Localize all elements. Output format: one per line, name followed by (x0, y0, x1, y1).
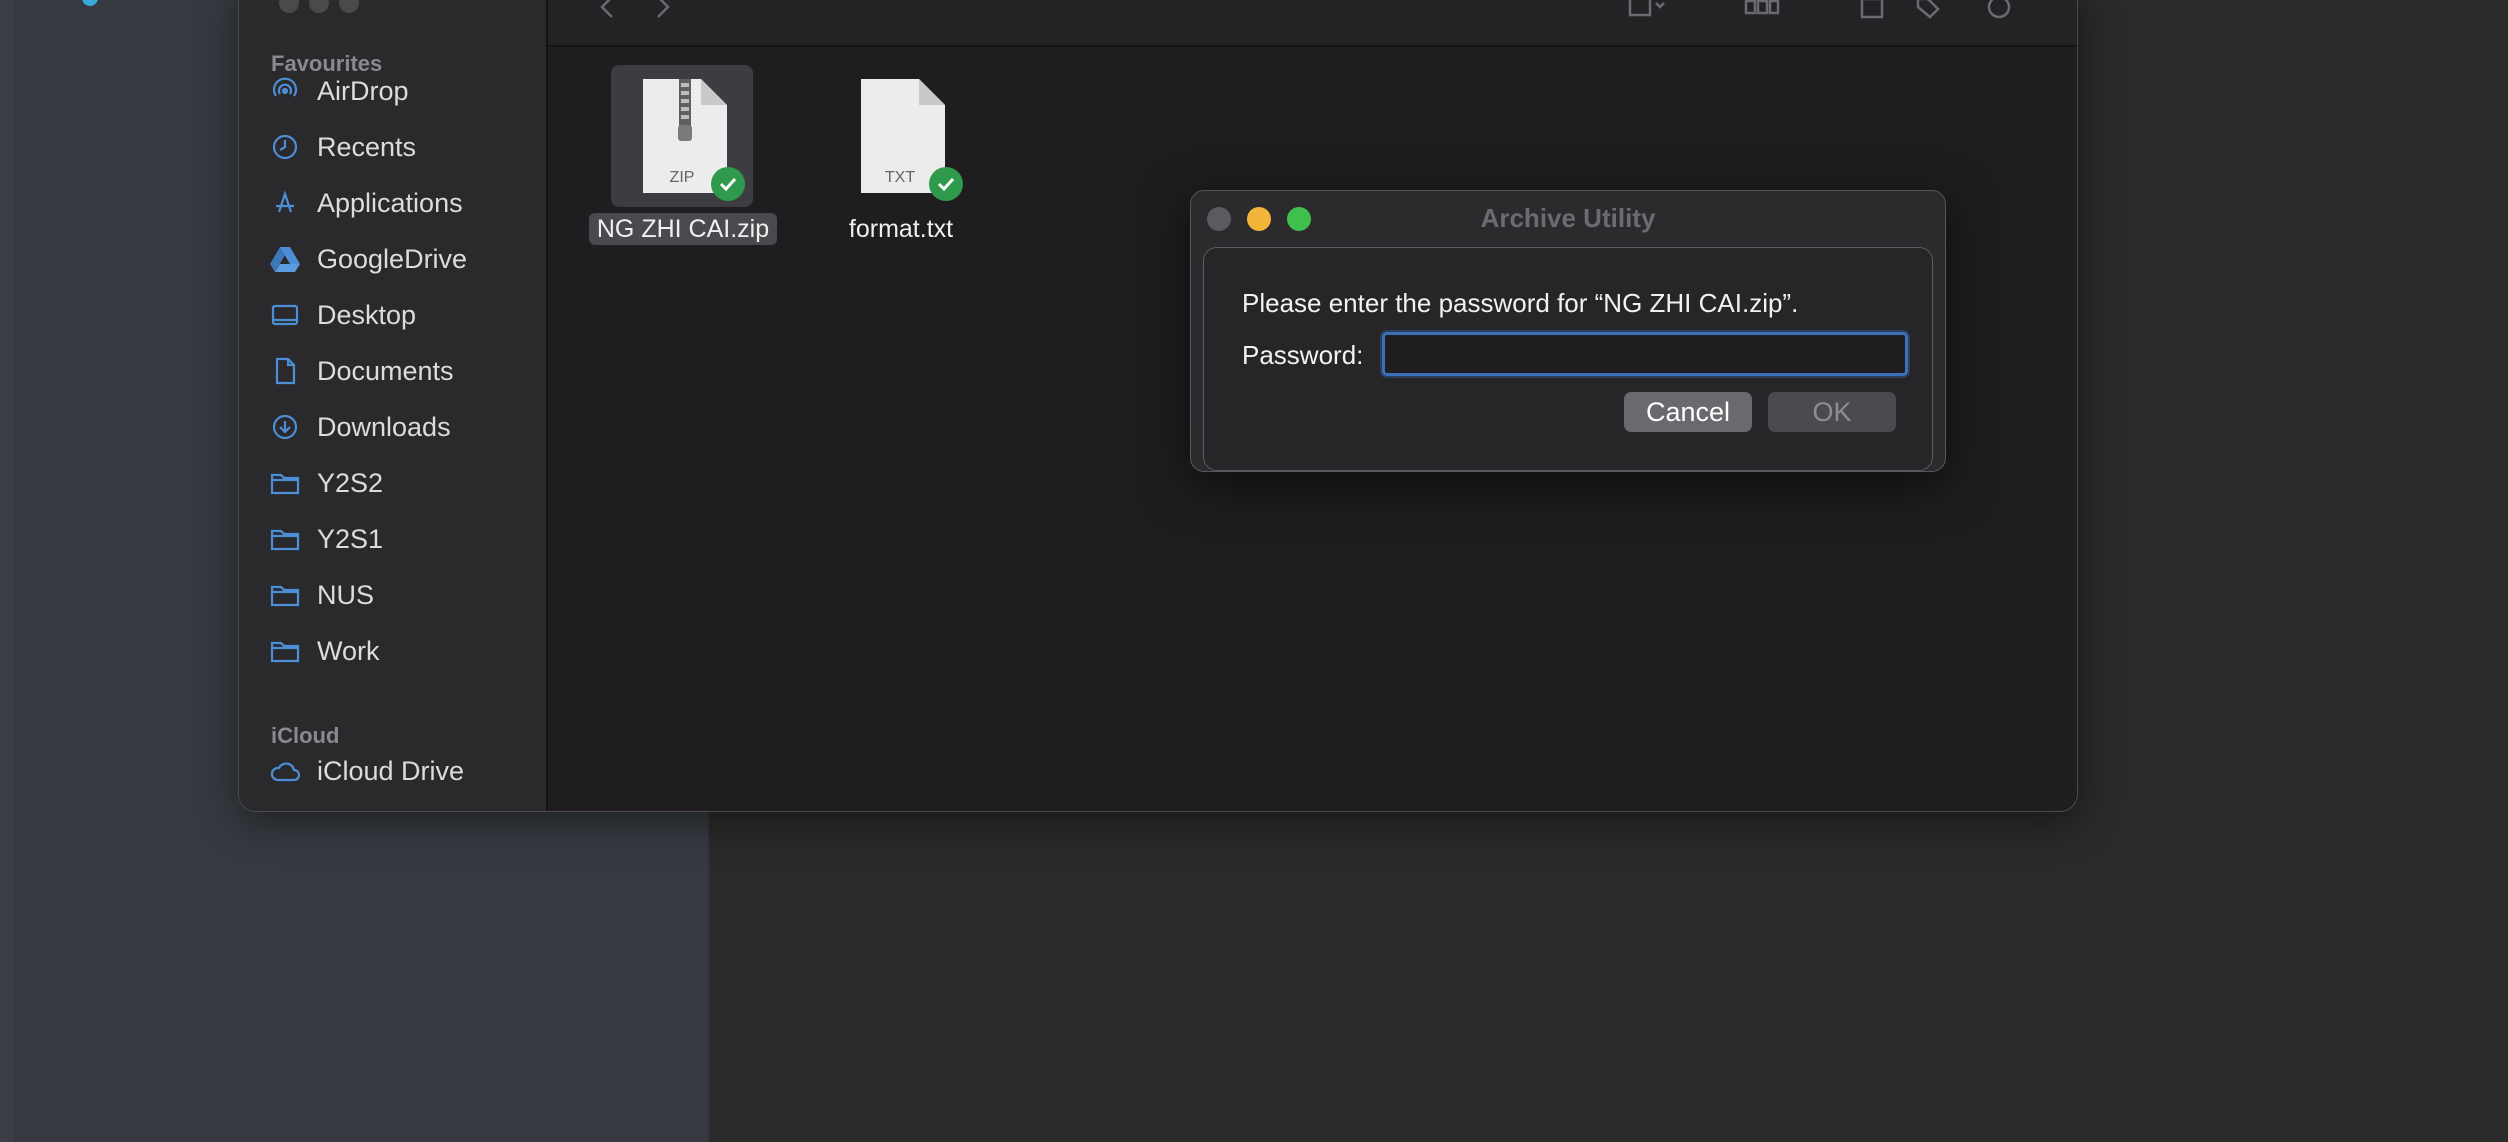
window-close-button[interactable] (279, 0, 299, 13)
file-thumbnail[interactable]: ZIP (611, 65, 753, 207)
password-field[interactable] (1382, 332, 1908, 376)
desktop-icon (269, 299, 301, 331)
password-prompt-message: Please enter the password for “NG ZHI CA… (1242, 288, 1799, 318)
sidebar-item-label: Y2S2 (317, 467, 384, 498)
file-thumbnail[interactable]: TXT (829, 65, 971, 207)
sidebar-item-label: GoogleDrive (317, 243, 468, 274)
sidebar-item-work[interactable]: Work (269, 629, 529, 673)
sidebar-item-label: Applications (317, 187, 463, 218)
sidebar-item-label: AirDrop (317, 75, 409, 106)
download-icon (269, 411, 301, 443)
file-name: format.txt (848, 215, 954, 243)
share-icon[interactable] (1858, 0, 1886, 24)
folder-icon (269, 467, 301, 499)
more-actions-icon[interactable] (1984, 0, 2014, 24)
sidebar-item-y2s2[interactable]: Y2S2 (269, 461, 529, 505)
sidebar-item-icloud-drive[interactable]: iCloud Drive (269, 749, 529, 793)
clock-icon (269, 131, 301, 163)
google-drive-icon (269, 243, 301, 275)
sidebar-item-label: Work (317, 635, 380, 666)
sidebar-item-desktop[interactable]: Desktop (269, 293, 529, 337)
group-icon[interactable] (1744, 0, 1780, 24)
sidebar-item-airdrop[interactable]: AirDrop (269, 69, 529, 113)
sync-check-icon (929, 167, 963, 201)
sidebar-item-label: NUS (317, 579, 375, 610)
status-dot (82, 0, 98, 6)
sidebar-item-label: iCloud Drive (317, 755, 465, 786)
sidebar-item-label: Downloads (317, 411, 451, 442)
document-icon (269, 355, 301, 387)
dialog-title: Archive Utility (1480, 203, 1656, 233)
applications-icon (269, 187, 301, 219)
cancel-button[interactable]: Cancel (1624, 392, 1752, 432)
sync-check-icon (711, 167, 745, 201)
file-name: NG ZHI CAI.zip (573, 213, 793, 245)
sidebar-item-googledrive[interactable]: GoogleDrive (269, 237, 529, 281)
folder-icon (269, 523, 301, 555)
sidebar-item-nus[interactable]: NUS (269, 573, 529, 617)
password-label: Password: (1242, 340, 1364, 370)
back-icon[interactable] (598, 0, 618, 24)
archive-utility-dialog: Archive Utility Please enter the passwor… (1190, 190, 1946, 472)
sidebar-item-downloads[interactable]: Downloads (269, 405, 529, 449)
window-zoom-button[interactable] (339, 0, 359, 13)
sidebar-item-recents[interactable]: Recents (269, 125, 529, 169)
sidebar-item-label: Desktop (317, 299, 417, 330)
sidebar-item-label: Recents (317, 131, 417, 162)
finder-toolbar (548, 0, 2077, 47)
folder-icon (269, 635, 301, 667)
sidebar-item-y2s1[interactable]: Y2S1 (269, 517, 529, 561)
airdrop-icon (269, 75, 301, 107)
forward-icon[interactable] (652, 0, 672, 24)
finder-sidebar: Favourites AirDrop Recents Applications … (239, 0, 548, 811)
tag-icon[interactable] (1914, 0, 1942, 24)
sidebar-item-label: Documents (317, 355, 454, 386)
sidebar-item-applications[interactable]: Applications (269, 181, 529, 225)
sidebar-item-documents[interactable]: Documents (269, 349, 529, 393)
password-sheet: Please enter the password for “NG ZHI CA… (1203, 247, 1933, 471)
background-edge (0, 0, 14, 1142)
cloud-icon (269, 755, 301, 787)
icloud-heading: iCloud (271, 723, 340, 748)
folder-icon (269, 579, 301, 611)
ok-button[interactable]: OK (1768, 392, 1896, 432)
view-options-icon[interactable] (1628, 0, 1668, 24)
window-minimize-button[interactable] (309, 0, 329, 13)
sidebar-item-label: Y2S1 (317, 523, 384, 554)
